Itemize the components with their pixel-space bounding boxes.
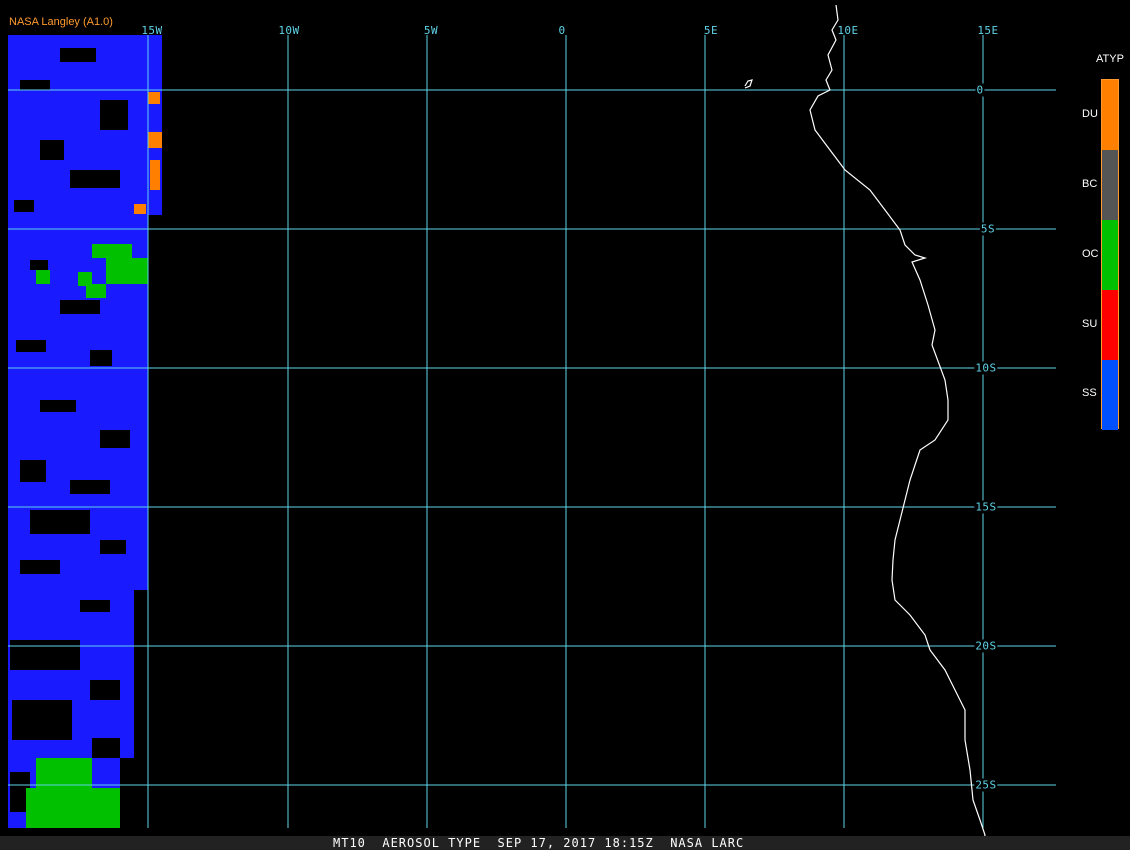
legend-title: ATYP — [1096, 53, 1124, 65]
lat-label: 15S — [974, 500, 998, 514]
legend-swatch-oc — [1102, 220, 1118, 290]
coastline — [744, 4, 986, 850]
lon-label: 5E — [703, 24, 719, 37]
legend-label-du: DU — [1082, 108, 1098, 120]
lon-label: 15E — [977, 24, 999, 37]
legend-swatch-ss — [1102, 360, 1118, 430]
lon-label: 10E — [837, 24, 859, 37]
lat-label: 5S — [979, 222, 997, 236]
legend-label-ss: SS — [1082, 387, 1097, 399]
lat-label: 10S — [974, 361, 998, 375]
credit-label: NASA Langley (A1.0) — [9, 16, 113, 28]
legend-label-su: SU — [1082, 318, 1098, 330]
legend-swatch-du — [1102, 80, 1118, 150]
map-canvas — [8, 4, 1056, 850]
legend-label-oc: OC — [1082, 248, 1099, 260]
lon-label: 0 — [558, 24, 566, 37]
status-bar-text: MT10 AEROSOL TYPE SEP 17, 2017 18:15Z NA… — [333, 836, 745, 850]
lon-label: 5W — [423, 24, 439, 37]
lat-label: 0 — [975, 83, 985, 97]
legend-colorbar — [1101, 79, 1119, 430]
lon-label: 15W — [141, 24, 163, 37]
graticule — [8, 35, 1056, 828]
aerosol-swath — [8, 35, 162, 830]
lon-label: 10W — [278, 24, 300, 37]
legend-label-bc: BC — [1082, 178, 1098, 190]
lat-label: 25S — [974, 778, 998, 792]
lat-label: 20S — [974, 639, 998, 653]
legend-swatch-su — [1102, 290, 1118, 360]
legend-swatch-bc — [1102, 150, 1118, 220]
